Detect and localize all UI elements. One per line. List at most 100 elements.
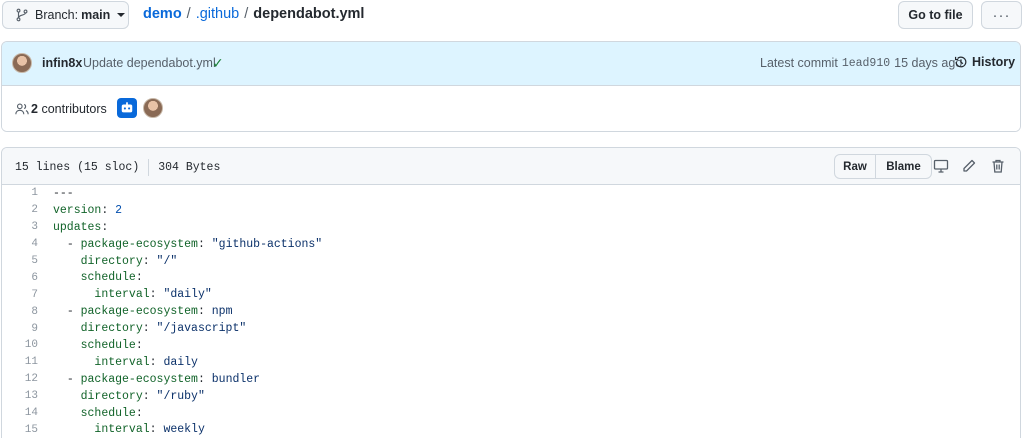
code-token-key: package-ecosystem bbox=[80, 237, 198, 251]
breadcrumb-separator: / bbox=[186, 6, 191, 22]
code-token-colon: : bbox=[197, 237, 212, 251]
commit-message-link[interactable]: Update dependabot.yml bbox=[83, 56, 216, 70]
file-line-count: 15 lines (15 sloc) bbox=[15, 161, 140, 174]
breadcrumb-separator: / bbox=[244, 6, 249, 22]
avatar[interactable] bbox=[12, 53, 32, 73]
code-line: 5 directory: "/" bbox=[2, 253, 1020, 270]
line-content: - package-ecosystem: bundler bbox=[38, 373, 260, 386]
file-navigation: Branch: main demo / .github / dependabot… bbox=[0, 0, 1022, 30]
branch-name: main bbox=[81, 8, 111, 22]
breadcrumb-repo-link[interactable]: demo bbox=[143, 6, 182, 22]
line-number[interactable]: 3 bbox=[2, 221, 38, 233]
line-number[interactable]: 2 bbox=[2, 204, 38, 216]
contributors-link[interactable]: 2 contributors bbox=[31, 102, 107, 116]
trash-icon[interactable] bbox=[990, 158, 1006, 174]
code-token-val: npm bbox=[211, 305, 233, 319]
dependabot-avatar[interactable] bbox=[117, 98, 137, 118]
line-content: interval: weekly bbox=[38, 423, 205, 437]
line-number[interactable]: 11 bbox=[2, 356, 38, 368]
code-token-indent bbox=[53, 271, 81, 284]
line-content: directory: "/ruby" bbox=[38, 390, 205, 403]
code-token-colon: : bbox=[135, 338, 143, 352]
breadcrumb-folder-link[interactable]: .github bbox=[196, 6, 240, 22]
code-token-colon: : bbox=[149, 288, 164, 302]
file-viewer: 15 lines (15 sloc) 304 Bytes Raw Blame 1… bbox=[1, 147, 1021, 438]
latest-commit-label: Latest commit bbox=[760, 56, 838, 70]
line-number[interactable]: 14 bbox=[2, 407, 38, 419]
line-number[interactable]: 1 bbox=[2, 187, 38, 199]
code-line: 15 interval: weekly bbox=[2, 421, 1020, 438]
pencil-icon[interactable] bbox=[961, 158, 977, 174]
line-number[interactable]: 4 bbox=[2, 238, 38, 250]
desktop-icon[interactable] bbox=[933, 158, 949, 174]
commit-sha-link[interactable]: 1ead910 bbox=[842, 57, 890, 70]
line-number[interactable]: 10 bbox=[2, 339, 38, 351]
history-link[interactable]: History bbox=[954, 55, 1015, 69]
code-token-key: version bbox=[53, 203, 102, 217]
robot-icon bbox=[121, 102, 133, 113]
commit-author-link[interactable]: infin8x bbox=[42, 56, 82, 70]
code-token-key: interval bbox=[94, 355, 150, 369]
commit-age[interactable]: 15 days ago bbox=[894, 56, 962, 70]
code-line: 3 updates: bbox=[2, 219, 1020, 236]
code-token-key: directory bbox=[80, 389, 143, 403]
code-token-colon: : bbox=[149, 423, 164, 437]
code-token-indent bbox=[53, 423, 94, 436]
branch-select-button[interactable]: Branch: main bbox=[2, 1, 129, 29]
code-token-colon: : bbox=[101, 203, 116, 217]
avatar[interactable] bbox=[143, 98, 163, 118]
check-icon[interactable]: ✓ bbox=[212, 55, 224, 72]
blame-button[interactable]: Blame bbox=[876, 155, 931, 178]
code-token-indent bbox=[53, 390, 81, 403]
latest-commit-info: Latest commit 1ead910 15 days ago bbox=[760, 56, 962, 70]
code-token-colon: : bbox=[142, 254, 157, 268]
line-number[interactable]: 13 bbox=[2, 390, 38, 402]
line-content: schedule: bbox=[38, 339, 143, 352]
code-line: 2 version: 2 bbox=[2, 202, 1020, 219]
branch-prefix: Branch: bbox=[35, 8, 79, 22]
code-token-val: "daily" bbox=[163, 288, 212, 302]
code-line: 13 directory: "/ruby" bbox=[2, 388, 1020, 405]
code-line: 6 schedule: bbox=[2, 269, 1020, 286]
line-content: updates: bbox=[38, 221, 108, 234]
line-content: interval: "daily" bbox=[38, 288, 212, 302]
breadcrumb-file-name: dependabot.yml bbox=[253, 6, 365, 22]
code-token-indent bbox=[53, 407, 81, 420]
raw-button[interactable]: Raw bbox=[835, 155, 876, 178]
go-to-file-button[interactable]: Go to file bbox=[898, 1, 973, 29]
line-number[interactable]: 15 bbox=[2, 424, 38, 436]
code-line: 9 directory: "/javascript" bbox=[2, 320, 1020, 337]
line-number[interactable]: 5 bbox=[2, 255, 38, 267]
code-token-colon: : bbox=[142, 322, 157, 336]
code-token-colon: : bbox=[149, 355, 164, 369]
code-token-dash: - bbox=[66, 372, 81, 386]
code-token-val: 2 bbox=[115, 203, 123, 217]
code-token-val: weekly bbox=[163, 423, 205, 437]
code-token-key: directory bbox=[80, 322, 143, 336]
code-token-indent bbox=[53, 238, 67, 251]
line-number[interactable]: 9 bbox=[2, 323, 38, 335]
code-line: 4 - package-ecosystem: "github-actions" bbox=[2, 236, 1020, 253]
more-options-button[interactable]: ··· bbox=[981, 1, 1022, 29]
code-token-val: "/javascript" bbox=[156, 322, 247, 336]
branch-icon bbox=[16, 8, 28, 22]
line-content: directory: "/javascript" bbox=[38, 322, 247, 336]
commit-box: infin8x Update dependabot.yml ✓ Latest c… bbox=[1, 41, 1021, 132]
file-actions-group: Raw Blame bbox=[834, 154, 932, 179]
code-token-val: "github-actions" bbox=[211, 237, 323, 251]
line-number[interactable]: 6 bbox=[2, 272, 38, 284]
caret-down-icon bbox=[117, 13, 126, 17]
line-content: directory: "/" bbox=[38, 254, 178, 268]
code-token-indent bbox=[53, 373, 67, 386]
line-number[interactable]: 7 bbox=[2, 289, 38, 301]
code-token-colon: : bbox=[197, 372, 212, 386]
code-line: 7 interval: "daily" bbox=[2, 286, 1020, 303]
line-number[interactable]: 12 bbox=[2, 373, 38, 385]
code-token-key: package-ecosystem bbox=[80, 305, 198, 319]
code-token-key: package-ecosystem bbox=[80, 372, 198, 386]
code-token-colon: : bbox=[135, 271, 143, 285]
code-line: 12 - package-ecosystem: bundler bbox=[2, 371, 1020, 388]
line-number[interactable]: 8 bbox=[2, 306, 38, 318]
file-header: 15 lines (15 sloc) 304 Bytes Raw Blame bbox=[2, 148, 1020, 185]
code-token-key: interval bbox=[94, 288, 150, 302]
